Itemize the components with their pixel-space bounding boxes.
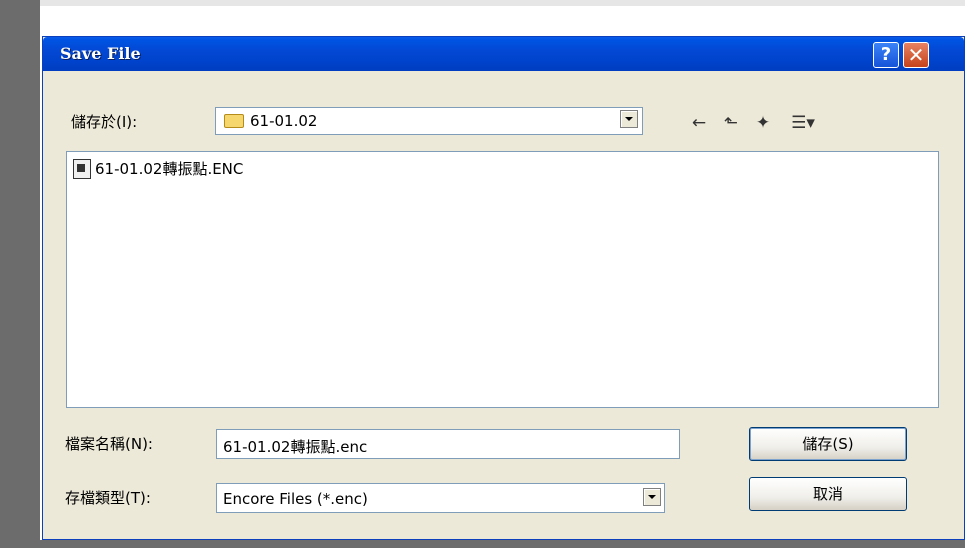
new-folder-icon[interactable]: ✦ bbox=[753, 113, 773, 133]
file-name-input[interactable]: 61-01.02轉振點.enc bbox=[216, 429, 680, 459]
folder-icon bbox=[224, 114, 244, 128]
file-type-value: Encore Files (*.enc) bbox=[223, 490, 368, 508]
file-item[interactable]: 61-01.02轉振點.ENC bbox=[73, 158, 243, 179]
save-file-dialog: Save File ? ✕ 儲存於(I): 61-01.02 ← ⬑ ✦ ☰▾ … bbox=[42, 36, 965, 540]
close-button[interactable]: ✕ bbox=[903, 42, 929, 68]
up-folder-icon[interactable]: ⬑ bbox=[721, 113, 741, 133]
help-button[interactable]: ? bbox=[873, 42, 899, 68]
dialog-title: Save File bbox=[60, 44, 141, 63]
cancel-button[interactable]: 取消 bbox=[749, 477, 907, 511]
save-in-dropdown-arrow[interactable] bbox=[620, 110, 638, 128]
back-icon[interactable]: ← bbox=[689, 113, 709, 133]
save-button-label: 儲存(S) bbox=[802, 435, 854, 453]
save-in-label: 儲存於(I): bbox=[71, 113, 138, 131]
cancel-button-label: 取消 bbox=[812, 485, 843, 503]
file-type-dropdown-arrow[interactable] bbox=[643, 488, 661, 506]
file-name-label: 檔案名稱(N): bbox=[65, 435, 153, 453]
left-band bbox=[0, 0, 40, 548]
top-band bbox=[0, 0, 965, 6]
file-name-value: 61-01.02轉振點.enc bbox=[223, 438, 368, 456]
save-in-combo[interactable]: 61-01.02 bbox=[215, 107, 643, 135]
views-menu-icon[interactable]: ☰▾ bbox=[787, 113, 819, 133]
file-type-label: 存檔類型(T): bbox=[65, 489, 151, 507]
file-icon bbox=[73, 158, 91, 179]
file-list[interactable]: 61-01.02轉振點.ENC bbox=[66, 151, 939, 408]
save-in-folder: 61-01.02 bbox=[250, 112, 318, 130]
file-name: 61-01.02轉振點.ENC bbox=[95, 160, 244, 178]
title-bar[interactable]: Save File ? ✕ bbox=[43, 37, 964, 71]
file-type-combo[interactable]: Encore Files (*.enc) bbox=[216, 483, 665, 513]
bottom-band bbox=[0, 540, 965, 548]
save-button[interactable]: 儲存(S) bbox=[749, 427, 907, 461]
